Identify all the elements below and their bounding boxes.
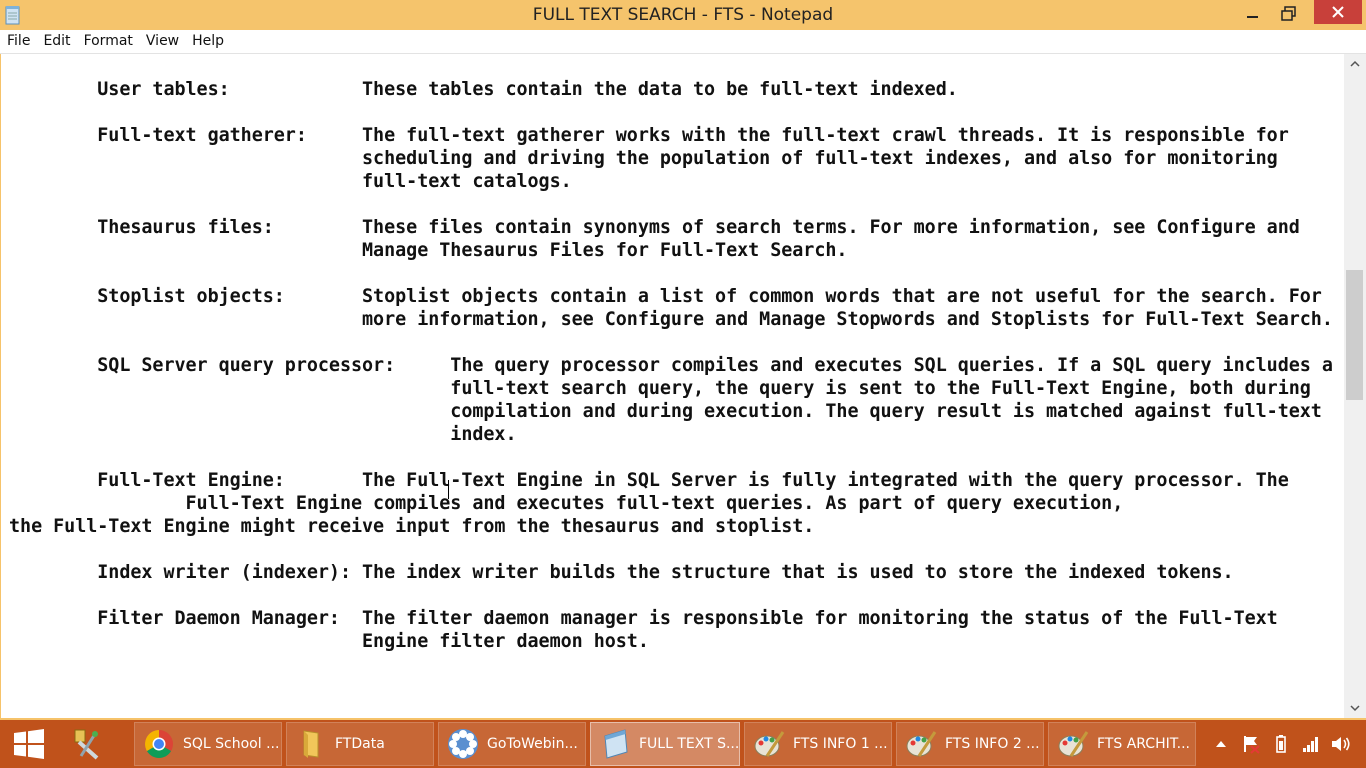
scroll-thumb[interactable] bbox=[1346, 270, 1363, 400]
chevron-down-icon bbox=[1350, 705, 1360, 712]
chevron-up-icon bbox=[1350, 60, 1360, 67]
taskbar-label-gotowebinar: GoToWebin... bbox=[487, 736, 578, 752]
chrome-icon bbox=[143, 728, 175, 760]
notepad-taskbar-icon bbox=[599, 728, 631, 760]
maximize-button[interactable] bbox=[1272, 0, 1306, 28]
taskbar-item-notepad[interactable]: FULL TEXT S... bbox=[590, 722, 740, 766]
taskbar-label-chrome: SQL School ... bbox=[183, 736, 280, 752]
minimize-icon bbox=[1247, 16, 1258, 18]
taskbar-item-gotowebinar[interactable]: GoToWebin... bbox=[438, 722, 586, 766]
taskbar-item-chrome[interactable]: SQL School ... bbox=[134, 722, 282, 766]
text-caret bbox=[448, 480, 449, 499]
menu-help[interactable]: Help bbox=[186, 30, 230, 53]
paint-icon bbox=[1057, 728, 1089, 760]
paint-icon bbox=[905, 728, 937, 760]
flag-icon[interactable] bbox=[1236, 734, 1266, 754]
volume-icon[interactable] bbox=[1326, 734, 1356, 754]
menu-bar: File Edit Format View Help bbox=[0, 30, 1366, 54]
start-button[interactable] bbox=[0, 720, 58, 768]
notepad-window: FULL TEXT SEARCH - FTS - Notepad File Ed… bbox=[0, 0, 1366, 720]
document-text[interactable]: User tables: These tables contain the da… bbox=[9, 78, 1333, 653]
title-bar[interactable]: FULL TEXT SEARCH - FTS - Notepad bbox=[0, 0, 1366, 30]
taskbar-label-notepad: FULL TEXT S... bbox=[639, 736, 740, 752]
taskbar-label-fts-info-1: FTS INFO 1 ... bbox=[793, 736, 888, 752]
chevron-up-icon[interactable] bbox=[1206, 740, 1236, 748]
folder-icon bbox=[295, 728, 327, 760]
taskbar-item-fts-architecture[interactable]: FTS ARCHIT... bbox=[1048, 722, 1196, 766]
menu-format[interactable]: Format bbox=[78, 30, 139, 53]
scroll-up-button[interactable] bbox=[1344, 54, 1366, 74]
menu-view[interactable]: View bbox=[140, 30, 185, 53]
power-icon[interactable] bbox=[1266, 734, 1296, 754]
taskbar-item-fts-info-1[interactable]: FTS INFO 1 ... bbox=[744, 722, 892, 766]
taskbar-item-fts-info-2[interactable]: FTS INFO 2 ... bbox=[896, 722, 1044, 766]
close-icon bbox=[1332, 6, 1344, 18]
taskbar-label-ftdata: FTData bbox=[335, 736, 385, 752]
network-signal-icon[interactable] bbox=[1296, 734, 1326, 754]
taskbar-item-tools[interactable] bbox=[62, 722, 130, 766]
menu-edit[interactable]: Edit bbox=[37, 30, 76, 53]
scroll-down-button[interactable] bbox=[1344, 698, 1366, 718]
text-editor[interactable]: User tables: These tables contain the da… bbox=[0, 54, 1345, 718]
vertical-scrollbar[interactable] bbox=[1344, 54, 1366, 718]
tools-icon bbox=[71, 728, 103, 760]
taskbar: SQL School ... FTData GoToWebin... FULL … bbox=[0, 720, 1366, 768]
minimize-button[interactable] bbox=[1236, 0, 1270, 28]
taskbar-label-fts-architecture: FTS ARCHIT... bbox=[1097, 736, 1190, 752]
gotowebinar-icon bbox=[447, 728, 479, 760]
menu-file[interactable]: File bbox=[1, 30, 36, 53]
window-title: FULL TEXT SEARCH - FTS - Notepad bbox=[532, 5, 834, 25]
restore-icon bbox=[1281, 6, 1296, 21]
close-button[interactable] bbox=[1314, 0, 1362, 24]
paint-icon bbox=[753, 728, 785, 760]
taskbar-label-fts-info-2: FTS INFO 2 ... bbox=[945, 736, 1040, 752]
taskbar-item-ftdata[interactable]: FTData bbox=[286, 722, 434, 766]
system-tray bbox=[1206, 720, 1356, 768]
windows-logo-icon bbox=[14, 729, 44, 759]
